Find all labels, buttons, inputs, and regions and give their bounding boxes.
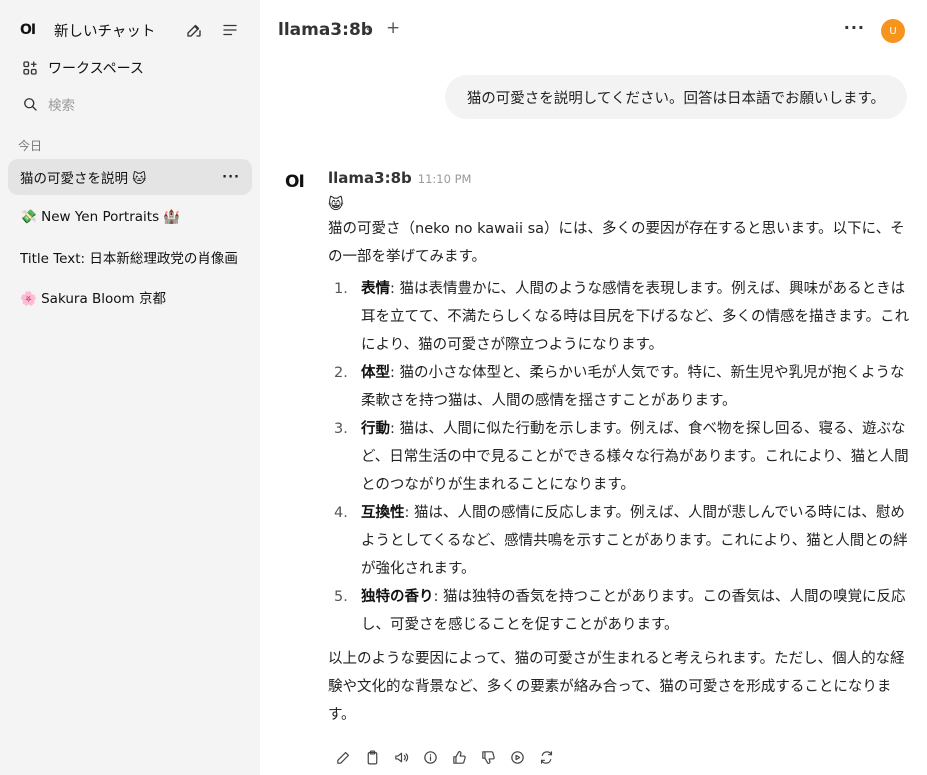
chat-item[interactable]: 🌸 Sakura Bloom 京都 xyxy=(8,279,252,315)
thumbs-down-icon[interactable] xyxy=(478,747,498,767)
cat-emoji: 😸 xyxy=(328,195,344,213)
chat-item-label: 💸 New Yen Portraits 🏰 xyxy=(20,209,181,225)
user-message: 猫の可愛さを説明してください。回答は日本語でお願いします。 xyxy=(444,75,907,119)
search-icon xyxy=(20,94,40,114)
workspace-icon xyxy=(20,58,40,78)
workspace-label: ワークスペース xyxy=(48,61,144,77)
app-logo: OI xyxy=(20,22,36,38)
list-item: 4. 互換性: 猫は、人間の感情に反応します。例えば、人間が悲しんでいる時には、慰… xyxy=(334,505,908,577)
chevron-down-icon[interactable]: ⌄ xyxy=(364,20,374,34)
chat-item[interactable]: Title Text: 日本新総理政党の肖像画 xyxy=(8,239,252,275)
new-chat-label[interactable]: 新しいチャット xyxy=(54,20,184,41)
search-placeholder: 検索 xyxy=(48,98,75,114)
chat-item-label: 🌸 Sakura Bloom 京都 xyxy=(20,291,166,307)
list-item: 2. 体型: 猫の小さな体型と、柔らかい毛が人気です。特に、新生児や乳児が抱くよう… xyxy=(334,365,905,409)
regenerate-icon[interactable] xyxy=(536,747,556,767)
assistant-logo: OI xyxy=(285,172,305,192)
more-options-icon[interactable]: ··· xyxy=(222,170,240,185)
speaker-icon[interactable] xyxy=(391,747,411,767)
thumbs-up-icon[interactable] xyxy=(449,747,469,767)
points-list: 1. 表情: 猫は表情豊かに、人間のような感情を表現します。例えば、興味があるとき… xyxy=(328,275,910,639)
copy-icon[interactable] xyxy=(362,747,382,767)
list-item: 3. 行動: 猫は、人間に似た行動を示します。例えば、食べ物を探し回る、寝る、遊ぶ… xyxy=(334,421,909,493)
edit-icon[interactable] xyxy=(184,20,204,40)
edit-icon[interactable] xyxy=(333,747,353,767)
conclusion-paragraph: 以上のような要因によって、猫の可愛さが生まれると考えられます。ただし、個人的な経… xyxy=(328,651,905,723)
section-today-label: 今日 xyxy=(18,139,43,153)
chat-item-active[interactable]: 猫の可愛さを説明 🐱 ··· xyxy=(8,159,252,195)
model-selector[interactable]: llama3:8b xyxy=(278,20,373,40)
chat-item-label: Title Text: 日本新総理政党の肖像画 xyxy=(20,251,238,267)
sidebar: OI 新しいチャット ワークスペース 検索 今日 猫の可愛さを説明 🐱 ··· … xyxy=(0,0,260,775)
message-actions xyxy=(333,747,556,767)
info-icon[interactable] xyxy=(420,747,440,767)
assistant-name: llama3:8b xyxy=(328,169,412,187)
more-menu-icon[interactable]: ··· xyxy=(844,18,865,37)
list-item: 5. 独特の香り: 猫は独特の香気を持つことがあります。この香気は、人間の嗅覚に反… xyxy=(334,589,906,633)
search-input[interactable]: 検索 xyxy=(8,86,252,122)
message-timestamp: 11:10 PM xyxy=(417,172,472,186)
chat-item[interactable]: 💸 New Yen Portraits 🏰 xyxy=(8,199,252,235)
list-item: 1. 表情: 猫は表情豊かに、人間のような感情を表現します。例えば、興味があるとき… xyxy=(334,281,910,353)
assistant-header: llama3:8b 11:10 PM xyxy=(328,169,471,187)
new-chat-row[interactable]: OI 新しいチャット xyxy=(8,12,252,48)
play-icon[interactable] xyxy=(507,747,527,767)
chat-header: llama3:8b ⌄ + ··· U xyxy=(260,0,927,62)
workspace-link[interactable]: ワークスペース xyxy=(8,50,252,86)
intro-paragraph: 猫の可愛さ（neko no kawaii sa）には、多くの要因が存在すると思い… xyxy=(328,221,905,265)
chat-item-label: 猫の可愛さを説明 🐱 xyxy=(20,171,147,187)
avatar[interactable]: U xyxy=(881,19,905,43)
add-model-icon[interactable]: + xyxy=(386,18,400,38)
menu-icon[interactable] xyxy=(220,20,240,40)
assistant-message-body: 😸 猫の可愛さ（neko no kawaii sa）には、多くの要因が存在すると… xyxy=(328,193,910,729)
